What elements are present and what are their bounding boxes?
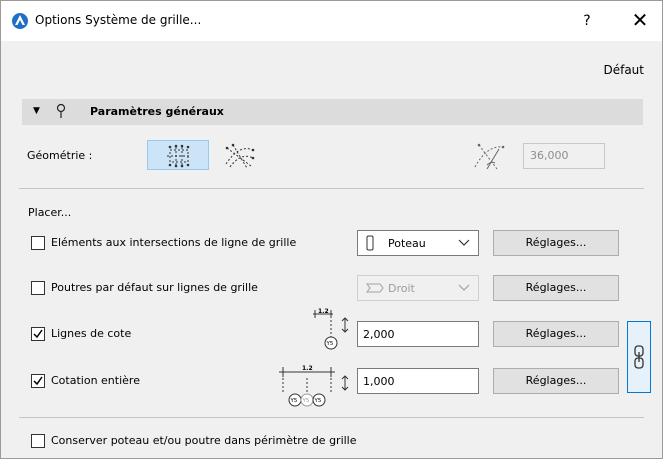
full-dimension-input[interactable]: 1,000: [357, 368, 479, 394]
full-dimension-icon: 1.2 Y5 Y5 Y5: [279, 365, 349, 407]
intersections-checkbox[interactable]: [31, 236, 45, 250]
checkmark-icon: [33, 329, 43, 339]
chevron-down-icon: [458, 239, 470, 246]
orthogonal-grid-button[interactable]: [147, 140, 209, 170]
dimension-line-icon: 1.2 Y5: [313, 308, 349, 350]
full-dim-value-label: 1.2: [302, 365, 313, 372]
dimension-lines-input[interactable]: 2,000: [357, 321, 479, 347]
axis-marker-label-2: Y5: [302, 398, 310, 404]
window-title: Options Système de grille...: [35, 13, 202, 27]
angle-icon: [474, 143, 505, 170]
column-type-value: Poteau: [388, 237, 426, 250]
keep-in-perimeter-label: Conserver poteau et/ou poutre dans périm…: [51, 434, 357, 447]
chain-link-icon: [634, 345, 644, 369]
beams-settings-button[interactable]: Réglages...: [493, 275, 619, 301]
dimension-lines-label: Lignes de cote: [51, 327, 132, 340]
full-dimension-label: Cotation entière: [51, 374, 140, 387]
beam-icon: [366, 283, 384, 293]
dim-value-label: 1.2: [318, 308, 329, 315]
full-dimension-settings-button[interactable]: Réglages...: [493, 368, 619, 394]
beam-type-dropdown[interactable]: Droit: [357, 275, 479, 301]
placer-label: Placer...: [28, 206, 72, 219]
default-button[interactable]: Défaut: [603, 63, 644, 77]
intersections-label: Eléments aux intersections de ligne de g…: [51, 236, 297, 249]
intersections-settings-button[interactable]: Réglages...: [493, 230, 619, 256]
column-icon: [366, 235, 374, 251]
archicad-logo-icon: [12, 13, 28, 29]
collapse-arrow-icon[interactable]: ▼: [33, 106, 40, 116]
beams-checkbox[interactable]: [31, 281, 45, 295]
title-bar: Options Système de grille... ? ✕: [1, 1, 662, 41]
divider: [19, 188, 644, 189]
axis-marker-label-1: Y5: [290, 398, 298, 404]
geometry-label: Géométrie :: [27, 149, 93, 162]
checkmark-icon: [33, 376, 43, 386]
chevron-down-icon: [458, 284, 470, 291]
pin-icon: [56, 103, 66, 118]
column-type-dropdown[interactable]: Poteau: [357, 230, 479, 256]
beam-type-value: Droit: [388, 282, 415, 295]
divider: [19, 417, 644, 418]
axis-marker-label-3: Y5: [314, 398, 322, 404]
radial-grid-icon: [225, 143, 255, 169]
axis-marker-label: Y5: [326, 341, 334, 347]
full-dimension-checkbox[interactable]: [31, 374, 45, 388]
help-button[interactable]: ?: [573, 9, 601, 33]
orthogonal-grid-icon: [167, 144, 191, 168]
angle-input[interactable]: 36,000: [523, 143, 605, 169]
dimension-lines-checkbox[interactable]: [31, 327, 45, 341]
section-header-general[interactable]: ▼ Paramètres généraux: [22, 99, 643, 125]
beams-label: Poutres par défaut sur lignes de grille: [51, 281, 258, 294]
keep-in-perimeter-checkbox[interactable]: [31, 434, 45, 448]
close-button[interactable]: ✕: [625, 9, 655, 33]
link-values-toggle[interactable]: [627, 321, 651, 393]
section-title: Paramètres généraux: [90, 105, 224, 118]
dialog-window: Options Système de grille... ? ✕ Défaut …: [0, 0, 663, 459]
dimension-lines-settings-button[interactable]: Réglages...: [493, 321, 619, 347]
radial-grid-button[interactable]: [221, 140, 257, 170]
